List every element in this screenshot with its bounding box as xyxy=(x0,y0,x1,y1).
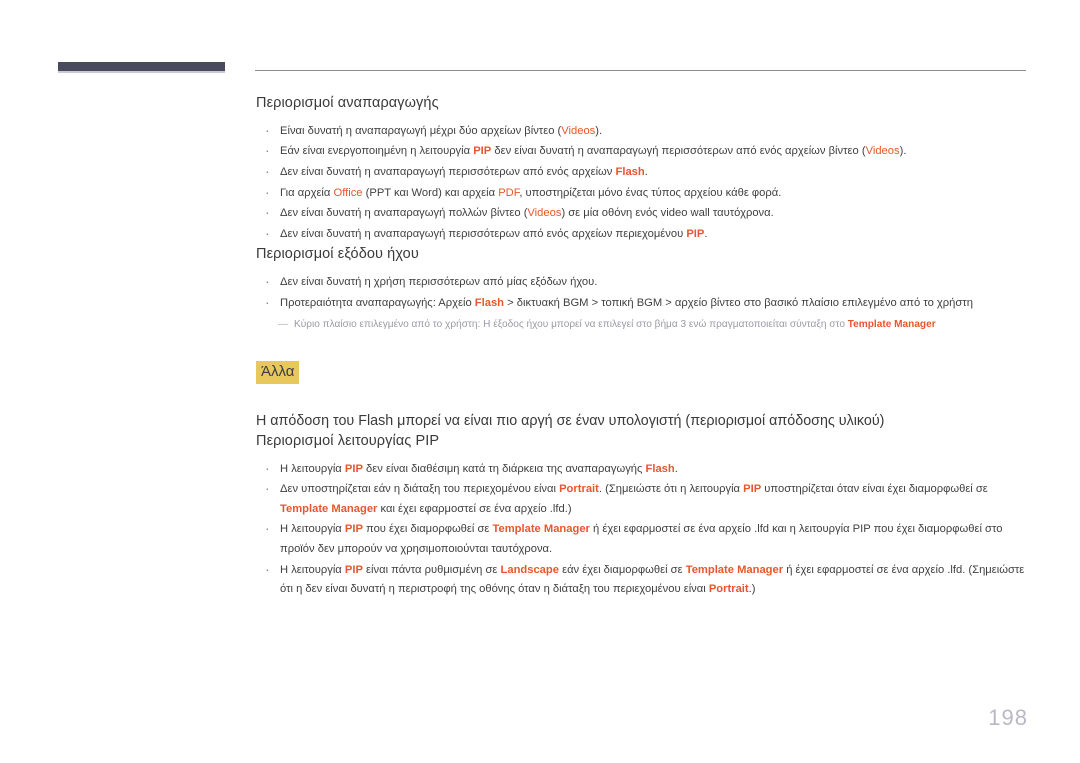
list-item: Δεν είναι δυνατή η χρήση περισσότερων απ… xyxy=(256,272,1028,293)
emphasis-text: PIP xyxy=(344,563,363,576)
chapter-chip-other: Άλλα xyxy=(256,361,300,385)
emphasis-text: Template Manager xyxy=(280,502,378,515)
emphasis-text: Portrait xyxy=(708,583,749,596)
emphasis-text: PIP xyxy=(344,462,363,475)
emphasis-text: Portrait xyxy=(559,483,599,496)
plain-text: > δικτυακή BGM > τοπική BGM > αρχείο βίν… xyxy=(504,296,973,309)
plain-text: Δεν είναι δυνατή η αναπαραγωγή περισσότε… xyxy=(280,166,616,179)
emphasis-text: Landscape xyxy=(500,563,559,576)
emphasis-text: PIP xyxy=(743,483,762,496)
plain-text: εάν έχει διαμορφωθεί σε xyxy=(558,563,686,576)
plain-text: ). xyxy=(899,145,907,158)
emphasis-text: PIP xyxy=(344,523,363,536)
emphasis-text: Template Manager xyxy=(685,563,784,576)
plain-text: Είναι δυνατή η αναπαραγωγή μέχρι δύο αρχ… xyxy=(280,124,562,137)
emphasis-text: Template Manager xyxy=(847,319,936,331)
plain-text: Η λειτουργία xyxy=(280,462,345,475)
emphasis-text: Videos xyxy=(561,124,596,137)
plain-text: ). xyxy=(595,124,603,137)
list-item: Δεν είναι δυνατή η αναπαραγωγή πολλών βί… xyxy=(256,203,1028,224)
plain-text: Δεν υποστηρίζεται εάν η διάταξη του περι… xyxy=(280,483,560,496)
page-header-rule xyxy=(0,62,1080,74)
plain-text: . xyxy=(674,462,678,475)
header-divider-line xyxy=(255,70,1026,71)
list-item: Για αρχεία Office (PPT και Word) και αρχ… xyxy=(256,183,1028,204)
list-item: Προτεραιότητα αναπαραγωγής: Αρχείο Flash… xyxy=(256,293,1028,314)
plain-text: Προτεραιότητα αναπαραγωγής: Αρχείο xyxy=(280,296,475,309)
plain-text: και έχει εφαρμοστεί σε ένα αρχείο .lfd.) xyxy=(377,502,572,515)
footnote-dash-icon: ― xyxy=(278,319,289,331)
plain-text: . (Σημειώστε ότι η λειτουργία xyxy=(598,483,744,496)
list-item: Εάν είναι ενεργοποιημένη η λειτουργία PI… xyxy=(256,141,1028,162)
plain-text: .) xyxy=(748,583,756,596)
emphasis-text: PDF xyxy=(498,186,520,199)
bullet-list-pip-limits: Η λειτουργία PIP δεν είναι διαθέσιμη κατ… xyxy=(256,459,1028,600)
chapter-tab-marker xyxy=(58,62,225,73)
plain-text: , υποστηρίζεται μόνο ένας τύπος αρχείου … xyxy=(519,186,782,199)
plain-text: Η λειτουργία xyxy=(280,563,345,576)
list-item: Δεν είναι δυνατή η αναπαραγωγή περισσότε… xyxy=(256,162,1028,183)
plain-text: Η λειτουργία xyxy=(280,523,345,536)
section-heading-pip-limits: Περιορισμοί λειτουργίας PIP xyxy=(256,432,440,449)
plain-text: Δεν είναι δυνατή η αναπαραγωγή πολλών βί… xyxy=(280,207,528,220)
list-item: Δεν είναι δυνατή η αναπαραγωγή περισσότε… xyxy=(256,224,1028,245)
emphasis-text: Flash xyxy=(615,166,645,179)
list-item: Είναι δυνατή η αναπαραγωγή μέχρι δύο αρχ… xyxy=(256,121,1028,142)
chapter-chip-wrap: Άλλα xyxy=(256,361,1028,385)
bullet-list-audio-output-limits: Δεν είναι δυνατή η χρήση περισσότερων απ… xyxy=(256,272,1028,314)
plain-text: . xyxy=(704,227,708,240)
plain-text: δεν είναι διαθέσιμη κατά τη διάρκεια της… xyxy=(362,462,646,475)
list-item: Δεν υποστηρίζεται εάν η διάταξη του περι… xyxy=(256,479,1028,519)
plain-text: Κύριο πλαίσιο επιλεγμένο από το χρήστη: … xyxy=(294,319,848,331)
emphasis-text: Office xyxy=(333,186,363,199)
page-number: 198 xyxy=(988,705,1028,730)
emphasis-text: Flash xyxy=(645,462,675,475)
emphasis-text: Videos xyxy=(527,207,562,220)
plain-text: είναι πάντα ρυθμισμένη σε xyxy=(362,563,501,576)
paragraph-flash-performance: Η απόδοση του Flash μπορεί να είναι πιο … xyxy=(256,413,885,430)
footnote-audio-output: ― Κύριο πλαίσιο επιλεγμένο από το χρήστη… xyxy=(256,316,1028,333)
emphasis-text: Template Manager xyxy=(492,523,590,536)
plain-text: ) σε μία οθόνη ενός video wall ταυτόχρον… xyxy=(561,207,774,220)
document-page: Περιορισμοί αναπαραγωγής Είναι δυνατή η … xyxy=(0,0,1080,763)
list-item: Η λειτουργία PIP που έχει διαμορφωθεί σε… xyxy=(256,519,1028,559)
section-heading-audio-output-limits: Περιορισμοί εξόδου ήχου xyxy=(256,246,419,263)
plain-text: δεν είναι δυνατή η αναπαραγωγή περισσότε… xyxy=(491,145,866,158)
plain-text: (PPT και Word) και αρχεία xyxy=(362,186,499,199)
emphasis-text: Flash xyxy=(474,296,505,309)
section-heading-playback-limits: Περιορισμοί αναπαραγωγής xyxy=(256,95,439,111)
footnote-text: Κύριο πλαίσιο επιλεγμένο από το χρήστη: … xyxy=(294,319,936,330)
plain-text: υποστηρίζεται όταν είναι έχει διαμορφωθε… xyxy=(761,483,988,496)
emphasis-text: PIP xyxy=(686,227,705,240)
emphasis-text: Videos xyxy=(865,145,900,158)
plain-text: . xyxy=(644,166,648,179)
plain-text: Δεν είναι δυνατή η χρήση περισσότερων απ… xyxy=(280,276,598,289)
bullet-list-playback-limits: Είναι δυνατή η αναπαραγωγή μέχρι δύο αρχ… xyxy=(256,121,1028,245)
page-content: Περιορισμοί αναπαραγωγής Είναι δυνατή η … xyxy=(256,94,1028,601)
plain-text: Εάν είναι ενεργοποιημένη η λειτουργία xyxy=(280,145,474,158)
list-item: Η λειτουργία PIP είναι πάντα ρυθμισμένη … xyxy=(256,560,1028,600)
list-item: Η λειτουργία PIP δεν είναι διαθέσιμη κατ… xyxy=(256,459,1028,480)
plain-text: Δεν είναι δυνατή η αναπαραγωγή περισσότε… xyxy=(280,227,687,240)
plain-text: Για αρχεία xyxy=(280,186,334,199)
emphasis-text: PIP xyxy=(473,145,492,158)
plain-text: που έχει διαμορφωθεί σε xyxy=(362,523,493,536)
